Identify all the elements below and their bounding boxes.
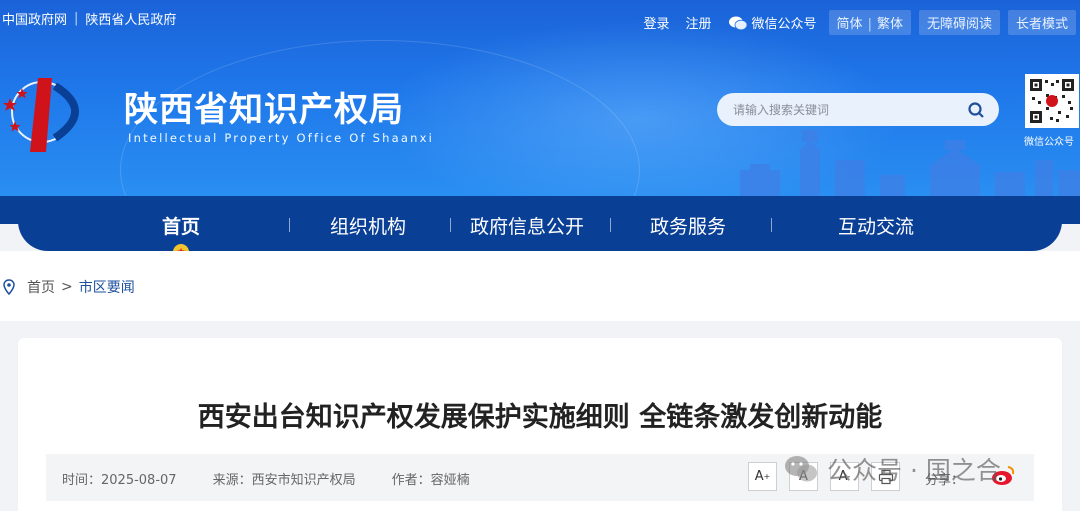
breadcrumb: 首页 > 市区要闻: [3, 277, 135, 297]
language-switch: 简体 | 繁体: [828, 10, 911, 35]
wechat-account-label: 微信公众号: [751, 17, 817, 32]
article-meta: 时间：2025-08-07 来源：西安市知识产权局 作者：容娅楠: [62, 469, 470, 488]
article-title: 西安出台知识产权发展保护实施细则 全链条激发创新动能: [197, 402, 883, 433]
elder-mode-button[interactable]: 长者模式: [1007, 10, 1076, 35]
nav-divider: [450, 218, 451, 232]
site-subtitle: Intellectual Property Office Of Shaanxi: [128, 131, 434, 145]
breadcrumb-home[interactable]: 首页: [27, 277, 55, 297]
wechat-icon: [728, 16, 747, 30]
breadcrumb-bar: [0, 251, 1080, 321]
watermark: 公众号 · 国之合: [783, 451, 1001, 487]
wechat-account-link[interactable]: 微信公众号: [724, 11, 821, 34]
site-logo[interactable]: [0, 66, 110, 156]
font-size-large-button[interactable]: A +: [748, 462, 777, 491]
divider: |: [74, 11, 79, 26]
top-right-toolbar: 登录 注册 微信公众号 简体 | 繁体 无障碍阅读 长者模式: [640, 10, 1076, 35]
nav-divider: [289, 218, 290, 232]
nav-item-info-disclosure[interactable]: 政府信息公开: [470, 212, 584, 239]
article-source: 来源：西安市知识产权局: [212, 473, 356, 488]
watermark-text: 公众号 · 国之合: [827, 456, 1001, 485]
nav-item-gov-services[interactable]: 政务服务: [650, 212, 726, 239]
qr-label: 微信公众号: [1024, 137, 1074, 148]
wechat-icon: [785, 456, 817, 482]
qr-code-image: [1028, 77, 1076, 125]
breadcrumb-separator: >: [61, 279, 73, 295]
province-gov-link[interactable]: 陕西省人民政府: [85, 9, 176, 28]
nav-item-organization[interactable]: 组织机构: [330, 212, 406, 239]
nav-divider: [771, 218, 772, 232]
top-links: 中国政府网 | 陕西省人民政府: [2, 9, 176, 28]
gov-portal-link[interactable]: 中国政府网: [2, 9, 67, 28]
nav-item-home[interactable]: 首页: [162, 212, 200, 239]
search-icon[interactable]: [967, 101, 985, 119]
search-box: [717, 93, 999, 126]
wechat-qr-code: [1025, 74, 1079, 128]
simplified-link[interactable]: 简体: [837, 17, 863, 32]
location-icon: [3, 279, 15, 295]
article-time: 时间：2025-08-07: [62, 473, 177, 488]
login-link[interactable]: 登录: [640, 11, 674, 34]
skyline-decoration: [740, 130, 1080, 200]
traditional-link[interactable]: 繁体: [877, 17, 903, 32]
breadcrumb-current[interactable]: 市区要闻: [79, 277, 135, 297]
nav-item-interaction[interactable]: 互动交流: [838, 212, 914, 239]
site-title: 陕西省知识产权局: [124, 90, 404, 130]
article-author: 作者：容娅楠: [391, 473, 470, 488]
main-nav-items: 首页 组织机构 政府信息公开 政务服务 互动交流: [0, 196, 1080, 251]
search-input[interactable]: [733, 102, 953, 117]
register-link[interactable]: 注册: [682, 11, 716, 34]
nav-divider: [610, 218, 611, 232]
accessibility-button[interactable]: 无障碍阅读: [918, 10, 1000, 35]
